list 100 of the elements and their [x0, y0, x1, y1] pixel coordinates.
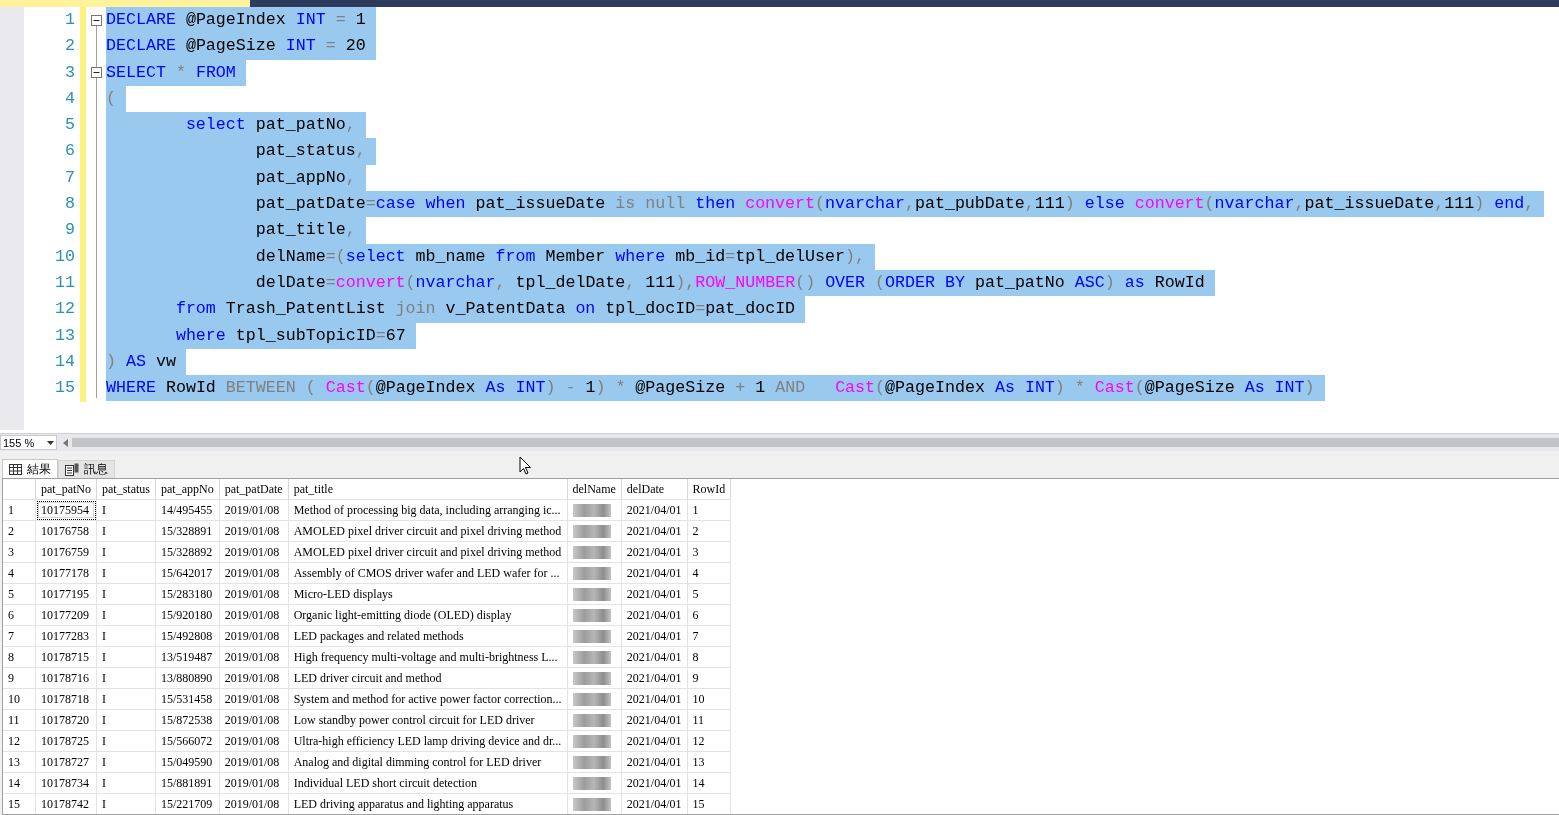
line-number: 4: [64, 87, 75, 110]
line-number: 12: [54, 298, 75, 321]
table-cell: 2021/04/01: [621, 562, 688, 584]
column-header[interactable]: pat_patNo: [35, 479, 97, 500]
table-cell: 15/049590: [155, 751, 220, 773]
table-cell: 2021/04/01: [621, 583, 688, 605]
pixelated-mark: [572, 735, 611, 749]
row-number: 1: [3, 499, 36, 521]
pixelated-mark: [572, 588, 611, 602]
row-number: 10: [3, 688, 36, 710]
table-cell: System and method for active power factor correction...: [288, 688, 568, 710]
results-tab[interactable]: 結果: [2, 459, 58, 478]
table-cell: 1: [687, 499, 731, 521]
table-cell: 2021/04/01: [621, 709, 688, 731]
table-cell: 2019/01/08: [219, 730, 289, 752]
table-cell: 10178727: [35, 751, 97, 773]
line-number: 13: [54, 324, 75, 347]
column-header[interactable]: pat_title: [288, 479, 568, 500]
row-number: 6: [3, 604, 36, 626]
table-cell: 10178734: [35, 772, 97, 794]
column-header[interactable]: pat_status: [96, 479, 156, 500]
row-number: 2: [3, 520, 36, 542]
collapse-icon[interactable]: [90, 67, 102, 79]
column-header[interactable]: RowId: [687, 479, 731, 500]
caret-icon: [47, 440, 54, 445]
row-number: 4: [3, 562, 36, 584]
row-number: 7: [3, 625, 36, 647]
line-number: 5: [64, 114, 75, 137]
table-cell: 10177195: [35, 583, 97, 605]
table-cell: Ultra-high efficiency LED lamp driving device and dr...: [288, 730, 568, 752]
table-cell: 2021/04/01: [621, 604, 688, 626]
table-cell: 2019/01/08: [219, 667, 289, 689]
table-cell: Method of processing big data, including arranging ic...: [288, 499, 568, 521]
table-cell: 15/920180: [155, 604, 220, 626]
table-cell: 2019/01/08: [219, 646, 289, 668]
pixelated-mark: [572, 651, 611, 665]
table-cell: 5: [687, 583, 731, 605]
table-cell: 10175954: [35, 499, 97, 521]
pixelated-mark: [572, 693, 611, 707]
table-cell: I: [96, 604, 156, 626]
column-header[interactable]: pat_patDate: [219, 479, 289, 500]
table-cell: 2021/04/01: [621, 541, 688, 563]
line-number: 8: [64, 193, 75, 216]
table-cell: LED driver circuit and method: [288, 667, 568, 689]
table-cell: I: [96, 541, 156, 563]
table-cell: I: [96, 520, 156, 542]
column-header[interactable]: pat_appNo: [155, 479, 220, 500]
pixelated-mark: [572, 714, 611, 728]
table-cell: Low standby power control circuit for LED driver: [288, 709, 568, 731]
table-cell: I: [96, 751, 156, 773]
table-cell: 2021/04/01: [621, 667, 688, 689]
row-number: 14: [3, 772, 36, 794]
table-cell: High frequency multi-voltage and multi-brightness L...: [288, 646, 568, 668]
column-header[interactable]: delDate: [621, 479, 688, 500]
table-cell: 3: [687, 541, 731, 563]
table-cell: 10177178: [35, 562, 97, 584]
table-cell: AMOLED pixel driver circuit and pixel driving method: [288, 541, 568, 563]
table-cell: 10178720: [35, 709, 97, 731]
pixelated-mark: [572, 525, 611, 539]
table-cell: 14: [687, 772, 731, 794]
pixelated-mark: [572, 672, 611, 686]
table-cell: 2019/01/08: [219, 520, 289, 542]
table-cell: 2019/01/08: [219, 793, 289, 814]
table-cell: 10177209: [35, 604, 97, 626]
table-cell: 2021/04/01: [621, 793, 688, 814]
row-number: 3: [3, 541, 36, 563]
table-cell: LED driving apparatus and lighting apparatus: [288, 793, 568, 814]
table-cell: I: [96, 667, 156, 689]
table-cell: 2019/01/08: [219, 709, 289, 731]
table-cell: I: [96, 730, 156, 752]
table-cell: I: [96, 688, 156, 710]
scroll-left-icon[interactable]: [63, 438, 68, 447]
column-header[interactable]: delName: [567, 479, 622, 500]
table-cell: 15/283180: [155, 583, 220, 605]
table-cell: 15/881891: [155, 772, 220, 794]
table-cell: 2021/04/01: [621, 751, 688, 773]
table-cell: 2021/04/01: [621, 520, 688, 542]
table-cell: 2019/01/08: [219, 625, 289, 647]
row-number: 13: [3, 751, 36, 773]
table-cell: 9: [687, 667, 731, 689]
table-cell: 2019/01/08: [219, 562, 289, 584]
zoom-dropdown[interactable]: 155 %: [0, 435, 57, 450]
table-cell: Analog and digital dimming control for LED driver: [288, 751, 568, 773]
table-cell: 10178718: [35, 688, 97, 710]
collapse-icon[interactable]: [90, 14, 102, 26]
table-cell: 10177283: [35, 625, 97, 647]
horizontal-scrollbar[interactable]: [72, 438, 1559, 447]
table-cell: 15/566072: [155, 730, 220, 752]
table-cell: I: [96, 625, 156, 647]
row-number: 11: [3, 709, 36, 731]
table-cell: 2021/04/01: [621, 625, 688, 647]
results-tab[interactable]: 訊息: [58, 460, 115, 478]
pixelated-mark: [572, 609, 611, 623]
table-cell: 2019/01/08: [219, 541, 289, 563]
row-number: 5: [3, 583, 36, 605]
table-cell: AMOLED pixel driver circuit and pixel driving method: [288, 520, 568, 542]
table-cell: 8: [687, 646, 731, 668]
table-cell: 13/519487: [155, 646, 220, 668]
pixelated-mark: [572, 798, 611, 812]
mouse-cursor-icon: [519, 456, 532, 475]
